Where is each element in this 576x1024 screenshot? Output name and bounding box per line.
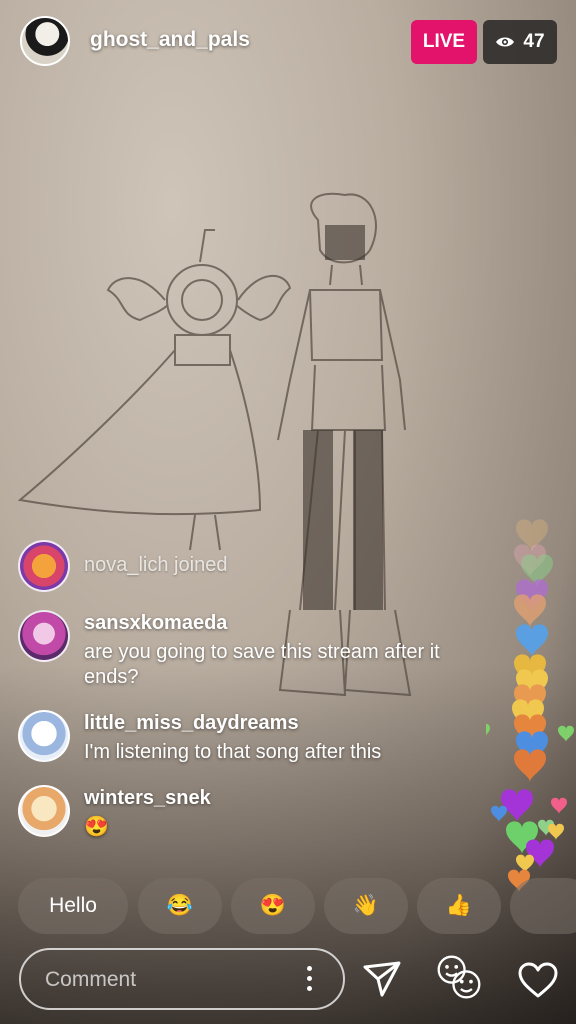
face-filter-icon [437, 955, 481, 999]
comment-placeholder: Comment [45, 968, 137, 991]
chat-username[interactable]: little_miss_daydreams [84, 712, 299, 735]
chat-text: I'm listening to that song after this [84, 741, 382, 763]
send-icon [363, 961, 401, 997]
quick-reply-heart-eyes[interactable]: 😍 [231, 878, 315, 934]
quick-replies: Hello 😂 😍 👋 👍 [18, 878, 576, 936]
eye-icon [496, 37, 515, 47]
avatar[interactable] [18, 610, 70, 662]
like-button[interactable] [514, 956, 562, 1004]
avatar[interactable] [18, 540, 70, 592]
kebab-icon[interactable] [307, 966, 313, 994]
avatar[interactable] [18, 710, 70, 762]
chat-username[interactable]: sansxkomaeda [84, 612, 227, 635]
joined-text: nova_lich joined [84, 554, 228, 576]
viewer-count: 47 [523, 31, 545, 52]
face-filter-button[interactable] [435, 953, 483, 1001]
live-header: ghost_and_pals LIVE 47 [0, 0, 576, 86]
chat-username[interactable]: winters_snek [84, 787, 211, 810]
quick-reply-more[interactable] [510, 878, 576, 934]
live-badge: LIVE [411, 20, 477, 64]
chat-text: 😍 [84, 816, 109, 838]
quick-reply-hello[interactable]: Hello [18, 878, 128, 934]
avatar[interactable] [18, 785, 70, 837]
floating-hearts [486, 519, 574, 892]
quick-reply-thumbs-up[interactable]: 👍 [417, 878, 501, 934]
chat-text: are you going to save this stream after … [84, 641, 440, 688]
quick-reply-laugh[interactable]: 😂 [138, 878, 222, 934]
send-button[interactable] [358, 955, 406, 1003]
comment-input[interactable]: Comment [19, 948, 345, 1010]
heart-icon [518, 962, 558, 998]
viewer-count-badge[interactable]: 47 [483, 20, 557, 64]
host-avatar[interactable] [20, 16, 70, 66]
host-username[interactable]: ghost_and_pals [90, 28, 250, 52]
quick-reply-wave[interactable]: 👋 [324, 878, 408, 934]
